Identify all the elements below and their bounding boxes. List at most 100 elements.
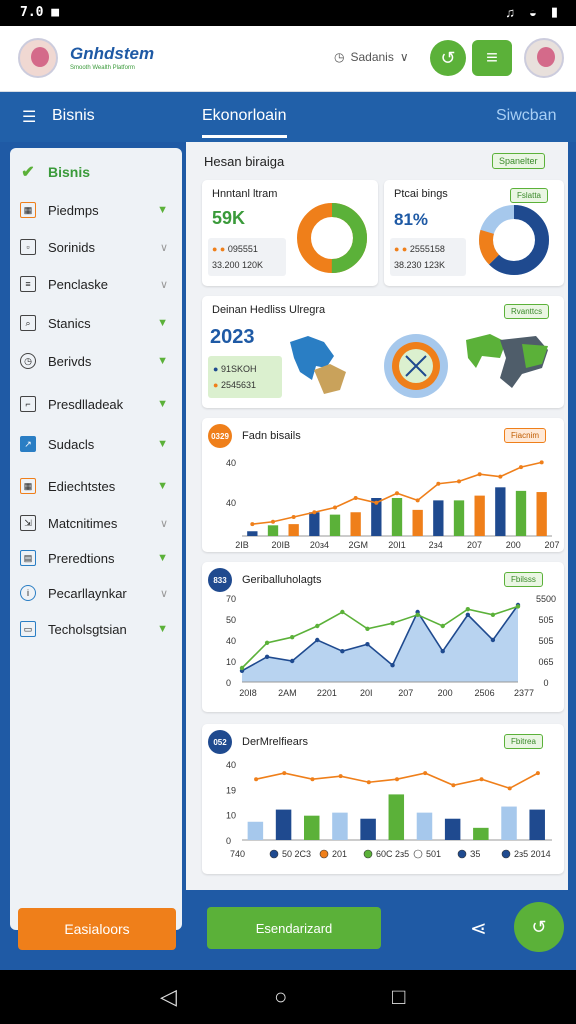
chevron-down-icon: ∨ [159,278,168,291]
tab-right[interactable]: Siwcban [496,107,556,125]
line-point [254,777,259,782]
sidebar-item-5[interactable]: ◷ Berivds ▼ [20,347,180,375]
x-tick-label: 207 [467,540,482,550]
sidebar-item-9[interactable]: ⇲ Matcnitimes ∨ [20,509,180,537]
chart-1-svg: 40 40 2IB 20IB 20з4 2GM 20I1 2з4 207 200 207 [226,458,560,550]
signal-icon: ♫ [505,4,515,20]
profile-avatar[interactable] [524,38,564,78]
status-icons: ♫ ◒ ▮ [505,4,558,20]
y-tick-right: 0 [543,678,548,688]
chart-2-title: Geriballuholagts [242,574,322,586]
chevron-down-icon: ▼ [157,204,168,216]
menu-button[interactable]: ≡ [472,40,512,76]
sidebar-item-6[interactable]: ⌐ Presdlladeak ▼ [20,390,180,418]
clock-icon: ◷ [20,353,36,369]
fab-button[interactable]: ↺ [514,902,564,952]
map-year: 2023 [210,326,255,348]
list-icon: ≡ [20,276,36,292]
line-point [374,500,379,505]
sidebar-item-bisnis[interactable]: ✔ Bisnis [20,158,180,186]
sidebar-action-button[interactable]: Easialoors [18,908,176,950]
y-tick-label: 40 [226,458,236,468]
chevron-down-icon: ▼ [157,623,168,635]
x-tick-label: 2201 [317,688,337,698]
back-icon[interactable]: ◁ [160,984,177,1010]
bar [275,809,292,840]
point-blue [440,649,445,654]
user-selector[interactable]: ◷ Sadanis ∨ [334,50,409,64]
main-panel: Hesan biraiga Spanelter Hnntanl ltram 59… [186,142,568,890]
sidebar-item-3[interactable]: ≡ Penclaske ∨ [20,270,180,298]
hamburger-icon[interactable]: ☰ [22,107,36,127]
bar [247,531,258,536]
chevron-down-icon: ▼ [157,355,168,367]
legend-label: 50 2C3 [282,849,311,859]
chart-3-svg: 40 19 10 0 740 50 2C3 201 60C 2з5 501 З5 2з5 2014 [226,760,552,859]
map-card[interactable]: Deinan Hedliss Ulregra Rvanttcs 2023 ● 9… [202,296,564,408]
x-tick-label: 207 [398,688,413,698]
status-bar: 7.0 ■ ♫ ◒ ▮ [0,0,576,26]
sidebar-item-11[interactable]: i Pecarllaynkar ∨ [20,579,180,607]
bar [453,500,465,536]
share-icon[interactable]: ⋖ [470,916,487,941]
sidebar-item-10[interactable]: ▤ Preredtions ▼ [20,544,180,572]
chart-1-title: Fadn bisails [242,430,301,442]
bar [501,806,517,840]
home-icon[interactable]: ○ [274,984,287,1010]
chart-card-1[interactable]: 0329 Fadn bisails Fiacnim 40 40 2IB 20IB 20з… [202,418,564,552]
sidebar-item-12[interactable]: ▭ Techolsgtsian ▼ [20,615,180,643]
point-blue [465,612,471,617]
area-fill [242,605,518,682]
sidebar-item-2[interactable]: ▫ Sorinids ∨ [20,233,180,261]
y-tick-label: 0 [226,836,231,846]
heading-badge[interactable]: Spanelter [492,153,545,169]
x-tick-label: 200 [506,540,521,550]
recents-icon[interactable]: □ [392,984,405,1010]
kpi-card-1[interactable]: Hnntanl ltram 59K ● ● 095551 33.200 120K [202,180,378,286]
bar [416,812,433,840]
kpi-1-title: Hnntanl ltram [212,188,278,200]
bar [332,812,348,840]
refresh-button[interactable]: ↺ [430,40,466,76]
map-legend-1: ● 91SKOH [213,364,257,374]
point-green [315,623,320,629]
chevron-down-icon: ▼ [157,317,168,329]
line-point [539,460,544,465]
chevron-down-icon: ▼ [157,398,168,410]
chart-icon: ▦ [20,478,36,494]
point-green [390,621,395,626]
selector-label: Sadanis [350,50,394,64]
sidebar-item-1[interactable]: ▦ Piedmps ▼ [20,196,180,224]
bar [412,509,423,536]
chart-card-3[interactable]: 052 DerMrelfiears Fbitrea 40 19 10 0 740 50 2… [202,724,564,874]
x-tick-label: 2377 [514,688,534,698]
point-green [515,604,521,609]
kpi-card-2[interactable]: Ptcai bings Fslatta 81% ● ● 2555158 38.2… [384,180,564,286]
line-point [415,498,420,503]
avatar[interactable] [18,38,58,78]
point-blue [289,658,295,664]
line-point [353,496,358,500]
line-point [282,771,287,776]
chart-card-2[interactable]: 833 Geriballuholagts Fbilsss 70 50 40 10 0 55… [202,562,564,712]
point-blue [365,642,370,647]
line-point [535,771,540,776]
x-tick-label: 207 [544,540,559,550]
kpi-1-value: 59K [212,208,246,228]
sidebar: ✔ Bisnis ▦ Piedmps ▼ ▫ Sorinids ∨ ≡ Penclaske ∨… [10,148,182,930]
line-point [477,472,482,477]
legend-dot [501,849,511,859]
nav-menu-label[interactable]: Bisnis [52,107,95,125]
primary-action-button[interactable]: Esendarizard [207,907,381,949]
legend-label: З5 [470,849,480,859]
y-tick-right: 065 [538,657,553,667]
kpi-1-donut [297,203,367,273]
point-blue [315,637,320,643]
sidebar-item-8[interactable]: ▦ Ediechtstes ▼ [20,472,180,500]
tab-active[interactable]: Ekonorloain [202,107,287,138]
sidebar-item-7[interactable]: ↗ Sudacls ▼ [20,430,180,458]
point-green [465,607,471,612]
chevron-down-icon: ▼ [157,438,168,450]
chevron-down-icon: ∨ [159,587,168,600]
sidebar-item-4[interactable]: ⌕ Stanics ▼ [20,309,180,337]
